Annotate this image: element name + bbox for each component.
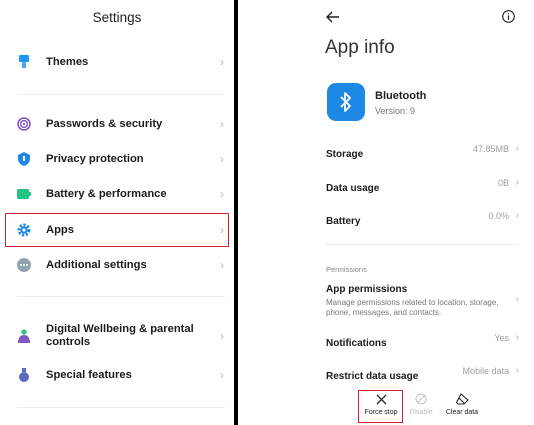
data-usage-value: 0B — [497, 178, 509, 188]
chevron-right-icon: › — [220, 117, 224, 131]
apps-highlight-box — [5, 213, 229, 247]
settings-item-special-features[interactable]: Special features › — [0, 357, 234, 393]
more-dots-icon — [17, 258, 31, 272]
clear-data-label: Clear data — [445, 409, 479, 416]
back-arrow-icon[interactable] — [325, 9, 341, 25]
app-permissions-description: Manage permissions related to location, … — [326, 298, 499, 317]
disable-button: Disable — [403, 392, 439, 422]
page-title: App info — [325, 37, 395, 58]
bluetooth-icon — [327, 83, 365, 121]
divider — [17, 296, 225, 297]
paintbrush-icon — [17, 55, 31, 69]
info-icon[interactable] — [502, 10, 515, 23]
permissions-section-label: Permissions — [326, 265, 367, 274]
divider — [17, 94, 225, 95]
chevron-right-icon: › — [515, 210, 519, 221]
storage-value: 47.85MB — [472, 144, 509, 154]
settings-item-digital-wellbeing[interactable]: Digital Wellbeing & parental controls › — [0, 316, 234, 356]
restrict-data-usage-label: Restrict data usage — [326, 371, 419, 382]
settings-item-label: Digital Wellbeing & parental controls — [46, 323, 194, 348]
settings-item-label: Special features — [46, 368, 132, 381]
settings-item-passwords-security[interactable]: Passwords & security › — [0, 106, 234, 142]
notifications-label: Notifications — [326, 338, 387, 349]
divider — [326, 244, 519, 245]
chevron-right-icon: › — [515, 294, 519, 305]
battery-value: 0.0% — [488, 211, 509, 221]
chevron-right-icon: › — [515, 332, 519, 343]
clear-data-button[interactable]: Clear data — [442, 392, 482, 422]
data-usage-label: Data usage — [326, 183, 380, 194]
settings-item-additional-settings[interactable]: Additional settings › — [0, 247, 234, 283]
restrict-data-usage-value: Mobile data — [462, 366, 509, 376]
chevron-right-icon: › — [220, 368, 224, 382]
chevron-right-icon: › — [220, 329, 224, 343]
disable-label: Disable — [409, 409, 433, 416]
storage-label: Storage — [326, 149, 364, 160]
app-permissions-row[interactable]: App permissions Manage permissions relat… — [326, 284, 519, 318]
battery-row[interactable]: Battery 0.0% › — [326, 210, 519, 229]
storage-row[interactable]: Storage 47.85MB › — [326, 143, 519, 162]
force-stop-highlight-box — [358, 390, 403, 423]
settings-item-label: Additional settings — [46, 258, 147, 271]
settings-item-label: Privacy protection — [46, 152, 144, 165]
battery-icon — [17, 187, 31, 201]
chevron-right-icon: › — [220, 187, 224, 201]
settings-item-themes[interactable]: Themes › — [0, 44, 234, 80]
settings-panel: Settings Themes › Passwords & security ›… — [0, 0, 234, 425]
fingerprint-icon — [17, 117, 31, 131]
page-title: Settings — [92, 10, 142, 25]
data-usage-row[interactable]: Data usage 0B › — [326, 177, 519, 196]
wellbeing-icon — [17, 329, 31, 343]
settings-item-privacy-protection[interactable]: Privacy protection › — [0, 141, 234, 177]
settings-item-label: Themes — [46, 55, 89, 68]
eraser-icon — [455, 392, 469, 406]
notifications-value: Yes — [494, 333, 509, 343]
divider — [17, 407, 225, 408]
app-name: Bluetooth — [375, 90, 427, 102]
settings-item-label: Battery & performance — [46, 187, 167, 200]
disable-icon — [415, 392, 427, 406]
app-permissions-label: App permissions — [326, 284, 408, 295]
app-version: Version: 9 — [375, 106, 416, 116]
settings-item-battery-performance[interactable]: Battery & performance › — [0, 176, 234, 212]
restrict-data-usage-row[interactable]: Restrict data usage Mobile data › — [326, 365, 519, 384]
chevron-right-icon: › — [515, 365, 519, 376]
settings-item-label: Passwords & security — [46, 117, 163, 130]
battery-label: Battery — [326, 216, 361, 227]
chevron-right-icon: › — [220, 55, 224, 69]
chevron-right-icon: › — [515, 143, 519, 154]
notifications-row[interactable]: Notifications Yes › — [326, 332, 519, 351]
privacy-shield-icon — [17, 152, 31, 166]
chevron-right-icon: › — [220, 258, 224, 272]
chevron-right-icon: › — [515, 177, 519, 188]
potion-icon — [17, 368, 31, 382]
chevron-right-icon: › — [220, 152, 224, 166]
